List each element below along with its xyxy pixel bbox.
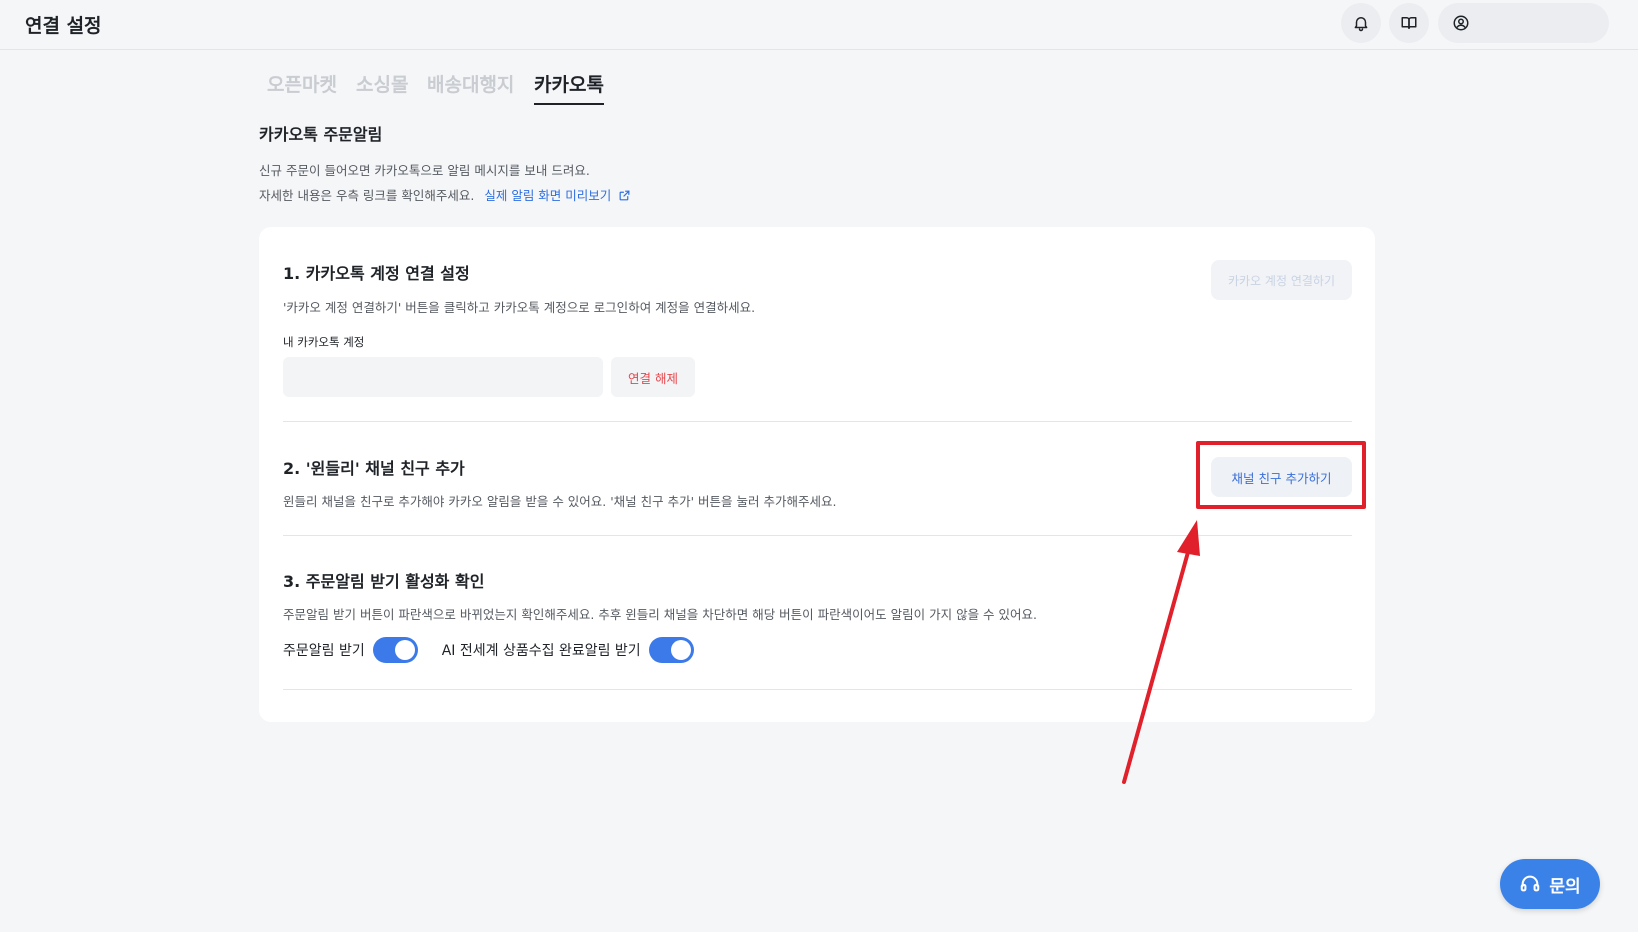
toggle-knob (670, 640, 691, 660)
bell-icon (1354, 17, 1368, 32)
divider (283, 689, 1352, 690)
kakao-settings-card: 1. 카카오톡 계정 연결 설정 '카카오 계정 연결하기' 버튼을 클릭하고 … (259, 227, 1375, 722)
disconnect-button[interactable]: 연결 해제 (611, 357, 695, 397)
user-icon (1453, 15, 1469, 31)
ai-collect-toggle[interactable] (648, 637, 694, 663)
tab-openmarket[interactable]: 오픈마켓 (267, 70, 337, 103)
notification-toggles: 주문알림 받기 AI 전세계 상품수집 완료알림 받기 (283, 637, 718, 663)
profile-button[interactable] (1438, 3, 1609, 43)
section-title: 카카오톡 주문알림 (259, 125, 383, 144)
add-channel-friend-button[interactable]: 채널 친구 추가하기 (1211, 457, 1352, 497)
section-description: 신규 주문이 들어오면 카카오톡으로 알림 메시지를 보내 드려요. (259, 163, 590, 178)
divider (283, 535, 1352, 536)
order-alert-toggle[interactable] (372, 637, 418, 663)
step1-title: 1. 카카오톡 계정 연결 설정 (283, 264, 470, 283)
toggle-knob (394, 640, 415, 660)
notification-button[interactable] (1341, 3, 1381, 43)
help-button[interactable]: 문의 (1500, 859, 1600, 909)
book-icon (1401, 17, 1417, 29)
tab-shipping-agent[interactable]: 배송대행지 (427, 70, 514, 103)
account-label: 내 카카오톡 계정 (283, 335, 365, 349)
preview-link[interactable]: 실제 알림 화면 미리보기 (484, 188, 631, 203)
preview-link-label: 실제 알림 화면 미리보기 (484, 188, 612, 203)
page-title: 연결 설정 (25, 15, 102, 37)
kakao-account-field[interactable] (283, 357, 603, 397)
order-alert-toggle-label: 주문알림 받기 (283, 643, 365, 659)
guide-button[interactable] (1389, 3, 1429, 43)
step2-title: 2. '윈들리' 채널 친구 추가 (283, 459, 465, 478)
tab-sourcing-mall[interactable]: 소싱몰 (356, 70, 408, 103)
tab-kakaotalk[interactable]: 카카오톡 (534, 70, 604, 105)
external-link-icon (619, 190, 630, 201)
step3-title: 3. 주문알림 받기 활성화 확인 (283, 572, 485, 591)
headset-icon (1519, 873, 1541, 895)
help-button-label: 문의 (1549, 876, 1581, 897)
section-description-link-row: 자세한 내용은 우측 링크를 확인해주세요. 실제 알림 화면 미리보기 (259, 185, 631, 204)
step2-description: 윈들리 채널을 친구로 추가해야 카카오 알림을 받을 수 있어요. '채널 친… (283, 494, 837, 509)
divider (283, 421, 1352, 422)
top-header: 연결 설정 (0, 0, 1638, 50)
step1-description: '카카오 계정 연결하기' 버튼을 클릭하고 카카오톡 계정으로 로그인하여 계… (283, 300, 756, 315)
step3-description: 주문알림 받기 버튼이 파란색으로 바뀌었는지 확인해주세요. 추후 윈들리 채… (283, 607, 1037, 622)
section-description-2: 자세한 내용은 우측 링크를 확인해주세요. (259, 188, 475, 203)
ai-collect-toggle-label: AI 전세계 상품수집 완료알림 받기 (441, 643, 641, 659)
kakao-connect-button[interactable]: 카카오 계정 연결하기 (1211, 260, 1352, 300)
